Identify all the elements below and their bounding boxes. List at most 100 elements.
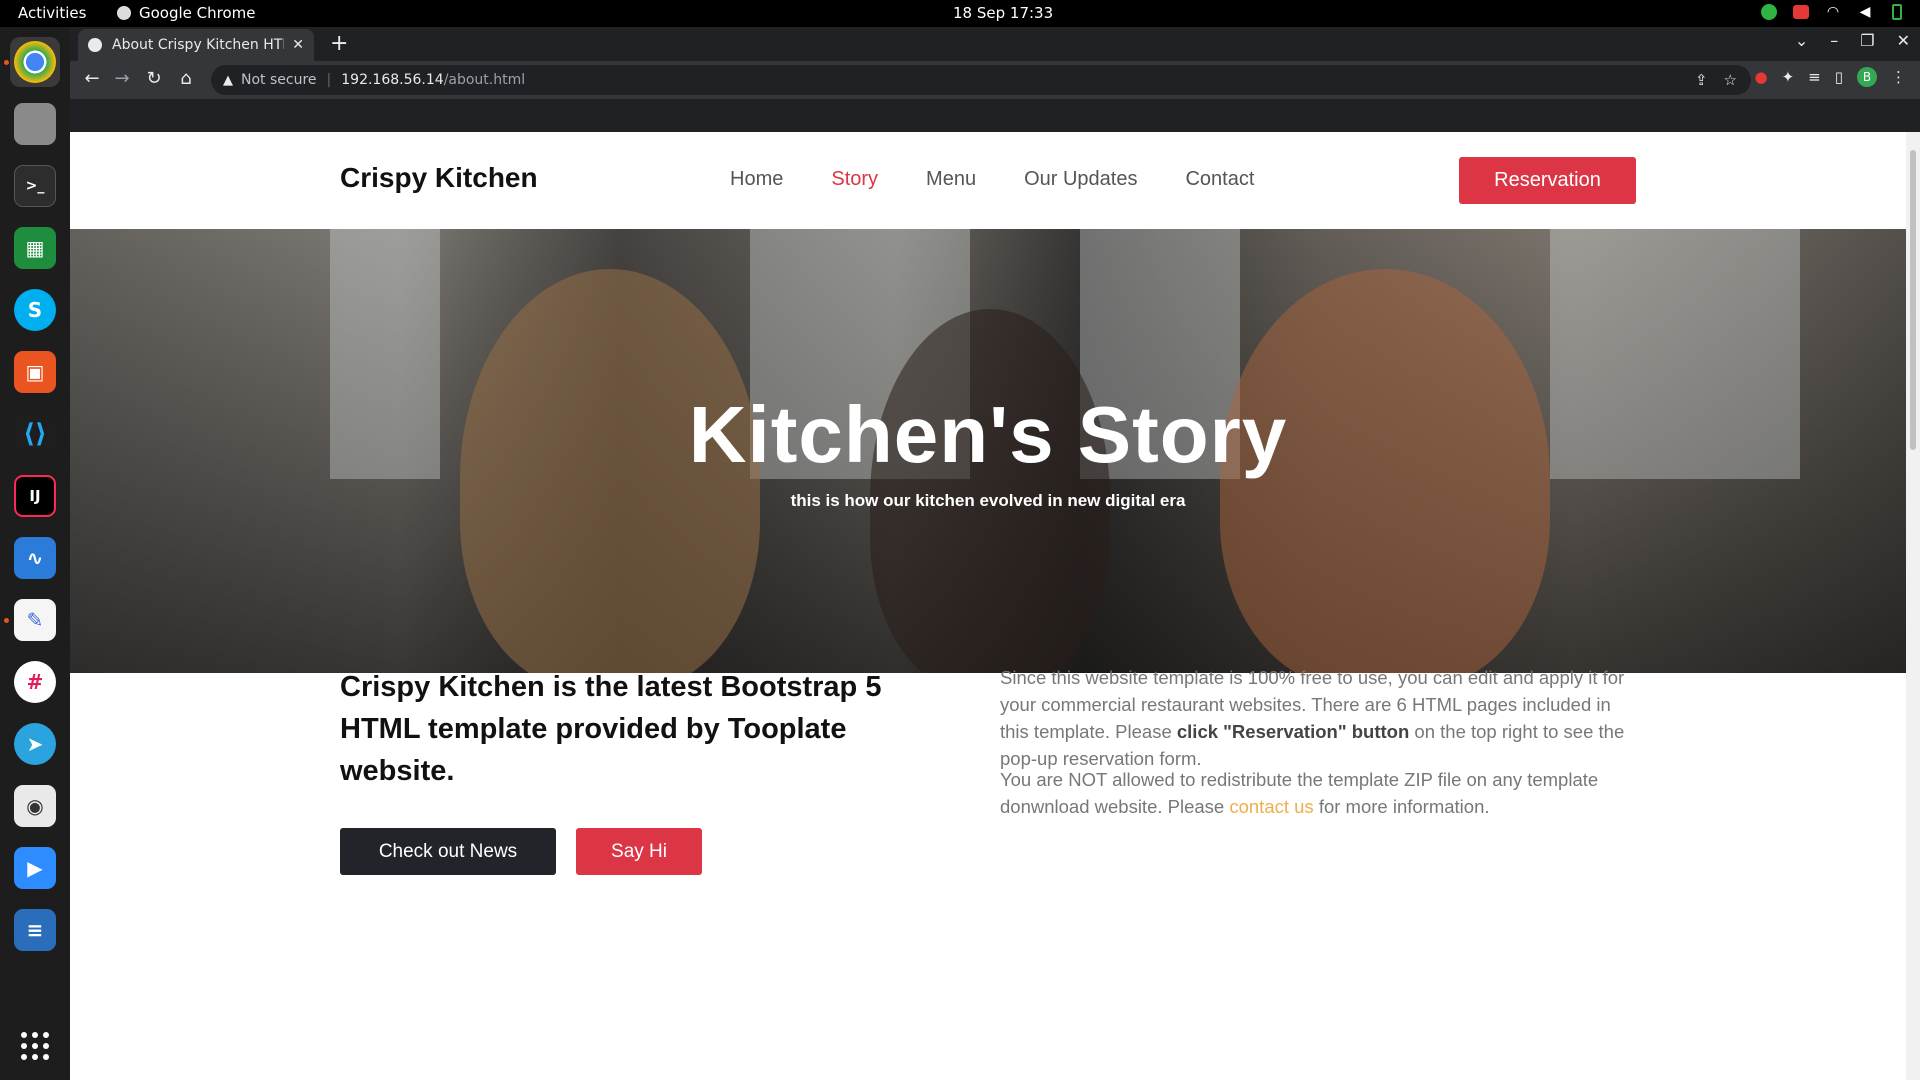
app-menu[interactable]: Google Chrome [117,4,256,22]
tab-strip: About Crispy Kitchen HTML ✕ + ⌄ – ❐ ✕ [70,27,1920,61]
back-icon[interactable]: ← [80,68,104,89]
browser-window: About Crispy Kitchen HTML ✕ + ⌄ – ❐ ✕ ← … [70,27,1920,132]
activities-button[interactable]: Activities [18,4,86,22]
writer-icon: ≡ [14,909,56,951]
dock-files[interactable] [10,99,60,149]
nav-menu[interactable]: Menu [926,168,976,191]
bookmark-star-icon[interactable]: ☆ [1724,71,1737,89]
dock-intellij[interactable]: IJ [10,471,60,521]
dock-document-viewer[interactable]: ◉ [10,781,60,831]
dock-writer[interactable]: ≡ [10,905,60,955]
paragraph-bold: click "Reservation" button [1176,721,1410,742]
intro-paragraph-1: Since this website template is 100% free… [1000,664,1630,772]
media-controls-icon[interactable]: ≡ [1808,68,1821,86]
reload-icon[interactable]: ↻ [142,68,166,89]
forward-icon[interactable]: → [110,68,134,89]
chrome-menu-icon[interactable]: ⋮ [1891,68,1906,86]
favicon-icon [88,38,102,52]
scrollbar-thumb[interactable] [1910,150,1916,450]
intro-paragraph-2: You are NOT allowed to redistribute the … [1000,766,1630,820]
close-tab-icon[interactable]: ✕ [292,37,304,53]
reservation-button[interactable]: Reservation [1459,157,1636,204]
running-indicator [4,60,9,65]
check-out-news-button[interactable]: Check out News [340,828,556,875]
dock-system-monitor[interactable]: ∿ [10,533,60,583]
clock[interactable]: 18 Sep 17:33 [953,4,1053,22]
vscode-icon: ⟨⟩ [14,413,56,455]
telegram-icon: ➤ [14,723,56,765]
extensions-area: ● ✦ ≡ ▯ B ⋮ [1754,67,1906,87]
hero-banner: Kitchen's Story this is how our kitchen … [70,229,1906,673]
terminal-icon: >_ [14,165,56,207]
skype-icon: S [14,289,56,331]
hero-subtitle: this is how our kitchen evolved in new d… [790,491,1186,510]
nav-story[interactable]: Story [831,168,878,191]
dock-vscode[interactable]: ⟨⟩ [10,409,60,459]
dock-text-editor[interactable]: ✎ [10,595,60,645]
side-panel-icon[interactable]: ▯ [1835,68,1843,86]
url-separator: | [326,72,332,88]
main-menu: Home Story Menu Our Updates Contact [730,168,1254,191]
intellij-icon: IJ [14,475,56,517]
document-viewer-icon: ◉ [14,785,56,827]
nav-our-updates[interactable]: Our Updates [1024,168,1137,191]
url-path: /about.html [443,72,526,88]
extension-red-icon[interactable]: ● [1754,68,1767,86]
volume-icon[interactable]: ◀ [1856,3,1874,21]
nav-contact[interactable]: Contact [1185,168,1254,191]
hero-title: Kitchen's Story [688,390,1288,479]
window-controls: ⌄ – ❐ ✕ [1795,31,1910,50]
home-icon[interactable]: ⌂ [174,68,198,89]
url-host: 192.168.56.14 [341,72,444,88]
files-icon [14,103,56,145]
site-brand[interactable]: Crispy Kitchen [340,162,538,194]
intro-heading: Crispy Kitchen is the latest Bootstrap 5… [340,671,882,787]
battery-icon[interactable] [1888,3,1906,21]
site-navbar: Crispy Kitchen Home Story Menu Our Updat… [70,132,1906,229]
address-bar[interactable]: ▲ Not secure | 192.168.56.14 /about.html… [211,65,1751,95]
dock-software-store[interactable]: ▣ [10,347,60,397]
monitor-icon: ∿ [14,537,56,579]
new-tab-button[interactable]: + [330,31,348,56]
record-indicator-icon[interactable] [1792,3,1810,21]
page-viewport: Crispy Kitchen Home Story Menu Our Updat… [70,132,1906,1080]
profile-avatar[interactable]: B [1857,67,1877,87]
browser-toolbar: ← → ↻ ⌂ ▲ Not secure | 192.168.56.14 /ab… [70,61,1920,99]
store-icon: ▣ [14,351,56,393]
share-icon[interactable]: ⇪ [1695,71,1708,89]
app-name: Google Chrome [139,4,256,22]
dock-spreadsheet[interactable]: ▦ [10,223,60,273]
chrome-icon [117,6,131,20]
close-window-icon[interactable]: ✕ [1897,31,1910,50]
contact-us-link[interactable]: contact us [1229,796,1313,817]
security-status[interactable]: Not secure [241,72,317,88]
say-hi-button[interactable]: Say Hi [576,828,702,875]
show-applications-icon[interactable] [21,1032,49,1060]
paragraph-text: for more information. [1313,796,1490,817]
tab-title: About Crispy Kitchen HTML [112,37,285,53]
tab-about[interactable]: About Crispy Kitchen HTML ✕ [78,29,314,61]
shield-check-icon[interactable] [1760,3,1778,21]
minimize-icon[interactable]: – [1830,31,1838,50]
system-top-bar: Activities Google Chrome 18 Sep 17:33 ◠ … [0,0,1920,27]
dock-zoom[interactable]: ▶ [10,843,60,893]
text-editor-icon: ✎ [14,599,56,641]
extensions-puzzle-icon[interactable]: ✦ [1782,68,1795,86]
spreadsheet-icon: ▦ [14,227,56,269]
chrome-icon [14,41,56,83]
running-indicator [4,618,9,623]
restore-icon[interactable]: ❐ [1860,31,1874,50]
wifi-icon[interactable]: ◠ [1824,3,1842,21]
zoom-icon: ▶ [14,847,56,889]
dock-chrome[interactable] [10,37,60,87]
nav-home[interactable]: Home [730,168,783,191]
slack-icon: # [14,661,56,703]
dock-skype[interactable]: S [10,285,60,335]
dock-telegram[interactable]: ➤ [10,719,60,769]
dock-terminal[interactable]: >_ [10,161,60,211]
tab-search-icon[interactable]: ⌄ [1795,31,1808,50]
system-tray[interactable]: ◠ ◀ [1760,3,1906,21]
warning-icon[interactable]: ▲ [223,73,233,88]
page-scrollbar[interactable] [1906,132,1920,1080]
dock-slack[interactable]: # [10,657,60,707]
